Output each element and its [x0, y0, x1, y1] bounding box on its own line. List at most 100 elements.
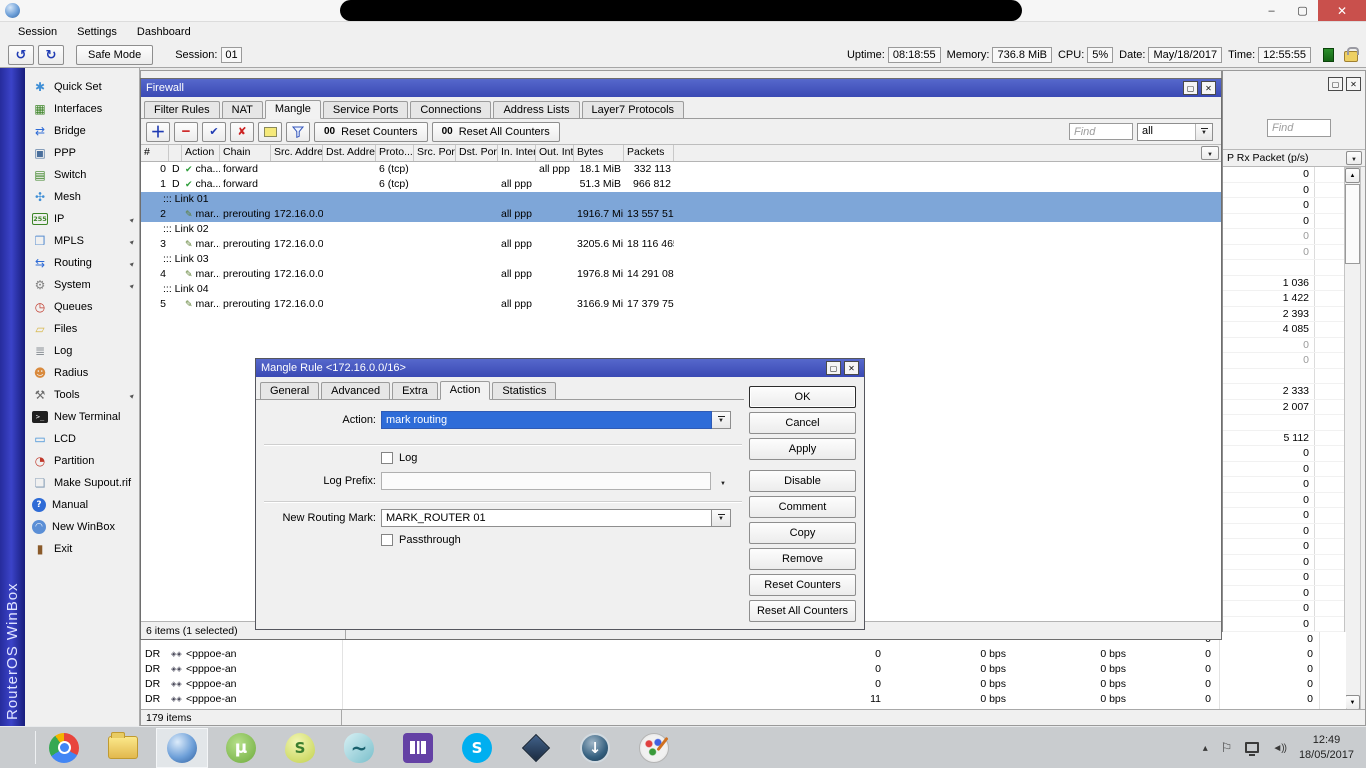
rx-row[interactable]: 0 [1223, 198, 1346, 214]
cancel-button[interactable]: Cancel [749, 412, 856, 434]
rx-row[interactable]: 0 [1223, 601, 1346, 617]
dialog-tab-advanced[interactable]: Advanced [321, 382, 391, 399]
sidebar-item-interfaces[interactable]: ▦ Interfaces [25, 98, 139, 120]
sidebar-item-exit[interactable]: ▮ Exit [25, 538, 139, 560]
network-icon[interactable] [1245, 742, 1260, 756]
sidebar-item-ip[interactable]: 255 IP ▸ [25, 208, 139, 230]
sidebar-item-lcd[interactable]: ▭ LCD [25, 428, 139, 450]
downloader-taskbar-button[interactable] [569, 728, 621, 768]
column-header-dst-port[interactable]: Dst. Port [456, 145, 498, 161]
comment-button[interactable] [258, 121, 282, 142]
column-header-dst-address[interactable]: Dst. Address [323, 145, 376, 161]
sidebar-item-files[interactable]: ▱ Files [25, 318, 139, 340]
column-header-col[interactable]: # [141, 145, 169, 161]
column-header-out-int[interactable]: Out. Int... [536, 145, 574, 161]
rx-row[interactable]: 0 [1223, 492, 1346, 508]
chrome-taskbar-button[interactable] [38, 728, 90, 768]
reset-counters-button[interactable]: 00 Reset Counters [314, 121, 428, 142]
add-rule-button[interactable]: ＋ [146, 121, 170, 142]
rx-row[interactable]: 0 [1223, 539, 1346, 555]
tab-connections[interactable]: Connections [410, 101, 492, 118]
column-header-packets[interactable]: Packets [624, 145, 674, 161]
secure-app-taskbar-button[interactable] [510, 728, 562, 768]
interface-row[interactable]: DR ◈◈ <pppoe-an 11 0 bps 0 bps 0 0 [141, 692, 1346, 707]
new-routing-mark-dropdown[interactable]: MARK_ROUTER 01 [381, 509, 731, 527]
paint-taskbar-button[interactable] [628, 728, 680, 768]
column-header-proto[interactable]: Proto... [376, 145, 414, 161]
rx-row[interactable]: 1 036 [1223, 275, 1346, 291]
disable-button[interactable]: Disable [749, 470, 856, 492]
rx-row[interactable]: 0 [1223, 446, 1346, 462]
reset-all-counters-button[interactable]: Reset All Counters [749, 600, 856, 622]
log-prefix-input[interactable] [381, 472, 711, 490]
remove-button[interactable]: Remove [749, 548, 856, 570]
column-header-src-address[interactable]: Src. Address [271, 145, 323, 161]
sort-dropdown-button[interactable] [1201, 146, 1219, 160]
redo-button[interactable]: ↻ [38, 44, 64, 65]
log-checkbox[interactable] [381, 452, 393, 464]
winbox-taskbar-button[interactable] [156, 727, 208, 768]
dialog-restore-button[interactable]: ▢ [826, 361, 841, 375]
table-row-comment[interactable]: ::: Link 04 [141, 282, 1221, 297]
dialog-tab-extra[interactable]: Extra [392, 382, 438, 399]
rx-row[interactable]: 5 112 [1223, 430, 1346, 446]
rx-row[interactable]: 0 [1223, 508, 1346, 524]
firewall-titlebar[interactable]: Firewall ▢ ✕ [141, 79, 1221, 97]
column-header-flags[interactable] [169, 145, 182, 161]
rx-row[interactable] [1223, 415, 1346, 431]
firewall-close-button[interactable]: ✕ [1201, 81, 1216, 95]
rx-row[interactable]: 0 [1223, 244, 1346, 260]
sidebar-item-mpls[interactable]: ❒ MPLS ▸ [25, 230, 139, 252]
media-app-taskbar-button[interactable] [333, 728, 385, 768]
rx-row[interactable] [1223, 368, 1346, 384]
sidebar-item-radius[interactable]: ☻ Radius [25, 362, 139, 384]
log-prefix-dropdown-button[interactable] [716, 476, 730, 488]
rx-row[interactable]: 0 [1223, 585, 1346, 601]
dialog-titlebar[interactable]: Mangle Rule <172.16.0.0/16> ▢ ✕ [256, 359, 864, 377]
dialog-close-button[interactable]: ✕ [844, 361, 859, 375]
tab-service-ports[interactable]: Service Ports [322, 101, 409, 118]
apply-button[interactable]: Apply [749, 438, 856, 460]
rx-row[interactable]: 0 [1223, 477, 1346, 493]
rx-row[interactable]: 4 085 [1223, 322, 1346, 338]
close-button[interactable]: ✕ [1318, 0, 1366, 21]
rx-row[interactable]: 0 [1223, 182, 1346, 198]
table-row[interactable]: 2 ✎mar...prerouting172.16.0.0/... all ppp 1… [141, 207, 1221, 222]
rx-packet-column-header[interactable]: P Rx Packet (p/s) [1223, 149, 1365, 167]
rx-row[interactable]: 0 [1223, 353, 1346, 369]
sidebar-item-routing[interactable]: ⇆ Routing ▸ [25, 252, 139, 274]
scroll-down-button[interactable]: ▼ [1345, 695, 1360, 710]
table-row[interactable]: 1 D ✔ cha... forward 6 (tcp) all ppp 51.3 MiB 96… [141, 177, 1221, 192]
rx-row[interactable]: 0 [1223, 616, 1346, 632]
table-row[interactable]: 0 D ✔ cha... forward 6 (tcp) all ppp 18.1 MiB 33… [141, 162, 1221, 177]
disable-rule-button[interactable]: ✘ [230, 121, 254, 142]
rx-row[interactable]: 2 007 [1223, 399, 1346, 415]
bg-restore-button[interactable]: ▢ [1328, 77, 1343, 91]
file-explorer-taskbar-button[interactable] [97, 728, 149, 768]
table-row-comment[interactable]: ::: Link 03 [141, 252, 1221, 267]
column-header-action[interactable]: Action [182, 145, 220, 161]
dropdown-button[interactable] [1195, 123, 1212, 140]
sidebar-item-new-terminal[interactable]: >_ New Terminal [25, 406, 139, 428]
minimize-button[interactable]: – [1256, 0, 1287, 21]
sidebar-item-switch[interactable]: ▤ Switch [25, 164, 139, 186]
column-header-chain[interactable]: Chain [220, 145, 271, 161]
sidebar-item-manual[interactable]: ? Manual [25, 494, 139, 516]
tab-filter-rules[interactable]: Filter Rules [144, 101, 220, 118]
bg-sort-dropdown-button[interactable] [1346, 151, 1362, 165]
firewall-find-input[interactable] [1069, 123, 1133, 140]
safe-mode-button[interactable]: Safe Mode [76, 44, 154, 65]
volume-icon[interactable] [1272, 742, 1286, 754]
table-row-comment[interactable]: ::: Link 02 [141, 222, 1221, 237]
hidden-icons-icon[interactable] [1203, 742, 1208, 754]
rx-row[interactable]: 2 393 [1223, 306, 1346, 322]
bg-find-input[interactable] [1267, 119, 1331, 137]
tab-nat[interactable]: NAT [221, 101, 263, 118]
sidebar-item-make-supout-rif[interactable]: ❏ Make Supout.rif [25, 472, 139, 494]
taskbar-clock[interactable]: 12:49 18/05/2017 [1299, 733, 1354, 763]
interface-row[interactable]: DR ◈◈ <pppoe-an 0 0 bps 0 bps 0 0 [141, 647, 1346, 662]
rx-row[interactable]: 0 [1223, 213, 1346, 229]
filter-scope-dropdown[interactable]: all [1137, 122, 1213, 141]
table-row-comment[interactable]: ::: Link 01 [141, 192, 1221, 207]
rx-row[interactable] [1223, 260, 1346, 276]
